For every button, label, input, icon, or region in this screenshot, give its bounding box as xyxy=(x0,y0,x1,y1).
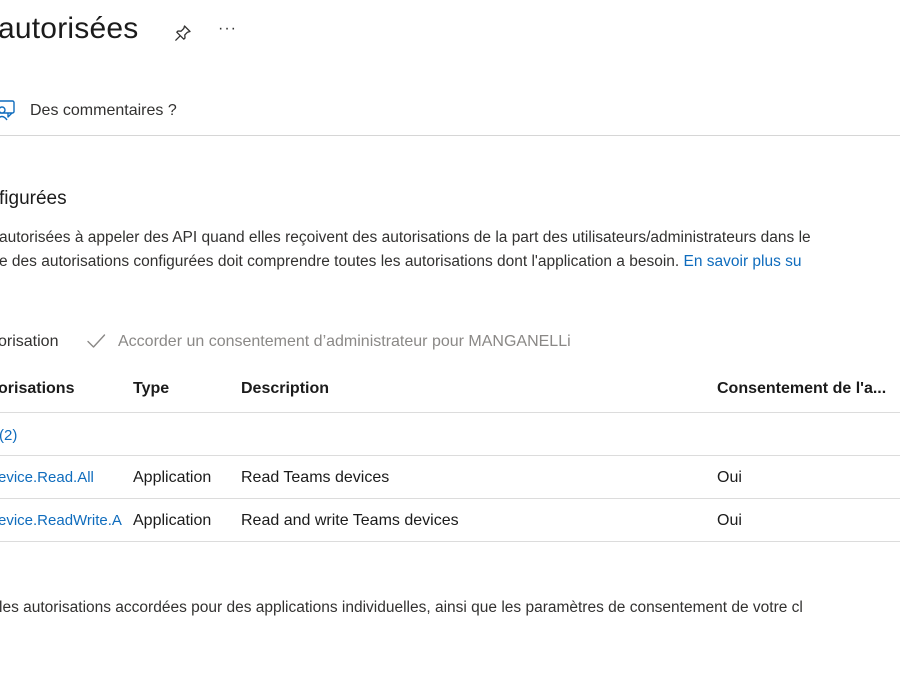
consent-cell: Oui xyxy=(717,469,742,486)
type-cell: Application xyxy=(133,512,212,529)
consent-cell: Oui xyxy=(717,512,742,529)
permission-link[interactable]: evice.ReadWrite.A xyxy=(0,512,122,529)
more-options-button[interactable]: ··· xyxy=(218,20,237,38)
table-divider xyxy=(0,498,900,499)
column-header-description[interactable]: Description xyxy=(241,380,329,398)
section-description-line1: autorisées à appeler des API quand elles… xyxy=(0,229,811,246)
learn-more-link[interactable]: En savoir plus su xyxy=(684,253,802,270)
checkmark-icon xyxy=(87,334,106,348)
permission-link[interactable]: evice.Read.All xyxy=(0,469,94,486)
feedback-button[interactable]: Des commentaires ? xyxy=(30,102,177,120)
feedback-icon[interactable] xyxy=(0,100,20,122)
section-heading: figurées xyxy=(0,188,67,209)
divider xyxy=(0,135,900,136)
grant-admin-consent-button[interactable]: Accorder un consentement d’administrateu… xyxy=(118,333,571,351)
column-header-permissions[interactable]: orisations xyxy=(0,380,74,398)
description-cell: Read and write Teams devices xyxy=(241,512,459,529)
api-group-toggle[interactable]: (2) xyxy=(0,427,17,444)
pin-icon[interactable] xyxy=(174,24,192,42)
page-title: autorisées xyxy=(0,12,139,45)
type-cell: Application xyxy=(133,469,212,486)
description-text: e des autorisations configurées doit com… xyxy=(0,253,684,270)
section-description-line2: e des autorisations configurées doit com… xyxy=(0,253,802,271)
table-divider xyxy=(0,541,900,542)
footer-text: les autorisations accordées pour des app… xyxy=(0,599,803,616)
add-permission-button[interactable]: orisation xyxy=(0,333,58,351)
description-cell: Read Teams devices xyxy=(241,469,390,486)
column-header-consent[interactable]: Consentement de l'a... xyxy=(717,380,886,398)
table-divider xyxy=(0,412,900,413)
column-header-type[interactable]: Type xyxy=(133,380,169,398)
table-divider xyxy=(0,455,900,456)
